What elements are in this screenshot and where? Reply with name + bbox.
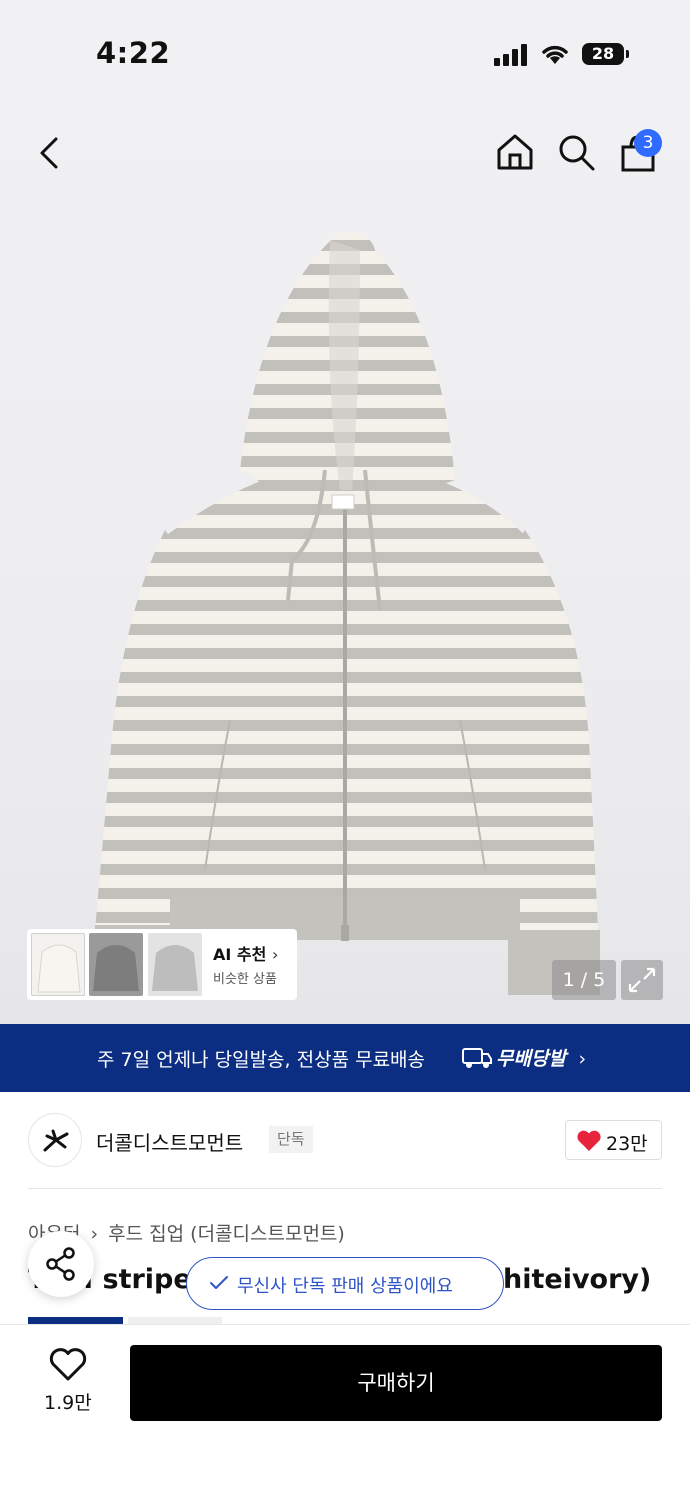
exclusive-tag: 단독	[269, 1126, 313, 1153]
promo-text: 주 7일 언제나 당일발송, 전상품 무료배송	[97, 1049, 426, 1071]
expand-icon	[628, 967, 656, 993]
ai-recommendation-card[interactable]: AI 추천 › 비슷한 상품	[27, 929, 297, 1000]
promo-brand: 무배당발 ›	[496, 1048, 587, 1070]
chevron-right-icon: ›	[578, 1048, 587, 1070]
brand-star-icon	[43, 1129, 69, 1152]
buy-button[interactable]: 구매하기	[130, 1345, 662, 1421]
home-icon[interactable]	[495, 132, 535, 172]
status-time: 4:22	[96, 36, 171, 70]
thumbnail-image[interactable]	[31, 933, 85, 996]
status-bar: 4:22 28	[0, 0, 690, 100]
cellular-signal-icon	[494, 44, 528, 66]
exclusive-sale-text: 무신사 단독 판매 상품이에요	[237, 1276, 453, 1297]
ai-recommend-subtitle: 비슷한 상품	[213, 972, 277, 987]
product-image-gallery[interactable]	[0, 100, 690, 1024]
share-icon	[46, 1247, 75, 1281]
thumbnail-image[interactable]	[148, 933, 202, 996]
battery-indicator: 28	[582, 43, 624, 65]
delivery-truck-icon	[462, 1048, 492, 1068]
heart-filled-icon	[577, 1130, 601, 1151]
wifi-icon	[542, 45, 568, 64]
page-indicator: 1 / 5	[552, 960, 616, 1000]
brand-like-button[interactable]: 23만	[565, 1120, 662, 1160]
battery-tip	[626, 50, 629, 58]
free-shipping-banner[interactable]: 주 7일 언제나 당일발송, 전상품 무료배송 무배당발 ›	[0, 1024, 690, 1092]
divider	[28, 1188, 662, 1189]
brand-logo[interactable]	[28, 1113, 82, 1167]
search-icon[interactable]	[557, 133, 597, 173]
ai-recommend-title[interactable]: AI 추천 ›	[213, 941, 278, 965]
exclusive-sale-tooltip: 무신사 단독 판매 상품이에요	[186, 1257, 504, 1310]
share-button[interactable]	[28, 1231, 94, 1297]
cart-count-badge: 3	[634, 129, 662, 157]
wish-count: 1.9만	[44, 1392, 92, 1414]
thumbnail-image[interactable]	[89, 933, 143, 996]
back-icon[interactable]	[36, 136, 62, 170]
heart-outline-icon[interactable]	[49, 1348, 87, 1382]
breadcrumb-subcategory[interactable]: 후드 집업 (더콜디스트모먼트)	[108, 1223, 345, 1245]
product-image-hoodie	[95, 231, 600, 995]
brand-like-count: 23만	[606, 1133, 648, 1155]
check-icon	[210, 1276, 228, 1289]
brand-name[interactable]: 더콜디스트모먼트	[96, 1127, 243, 1156]
product-title-end: hiteivory)	[503, 1264, 652, 1295]
fullscreen-button[interactable]	[621, 960, 663, 1000]
chevron-right-icon: ›	[271, 945, 279, 964]
